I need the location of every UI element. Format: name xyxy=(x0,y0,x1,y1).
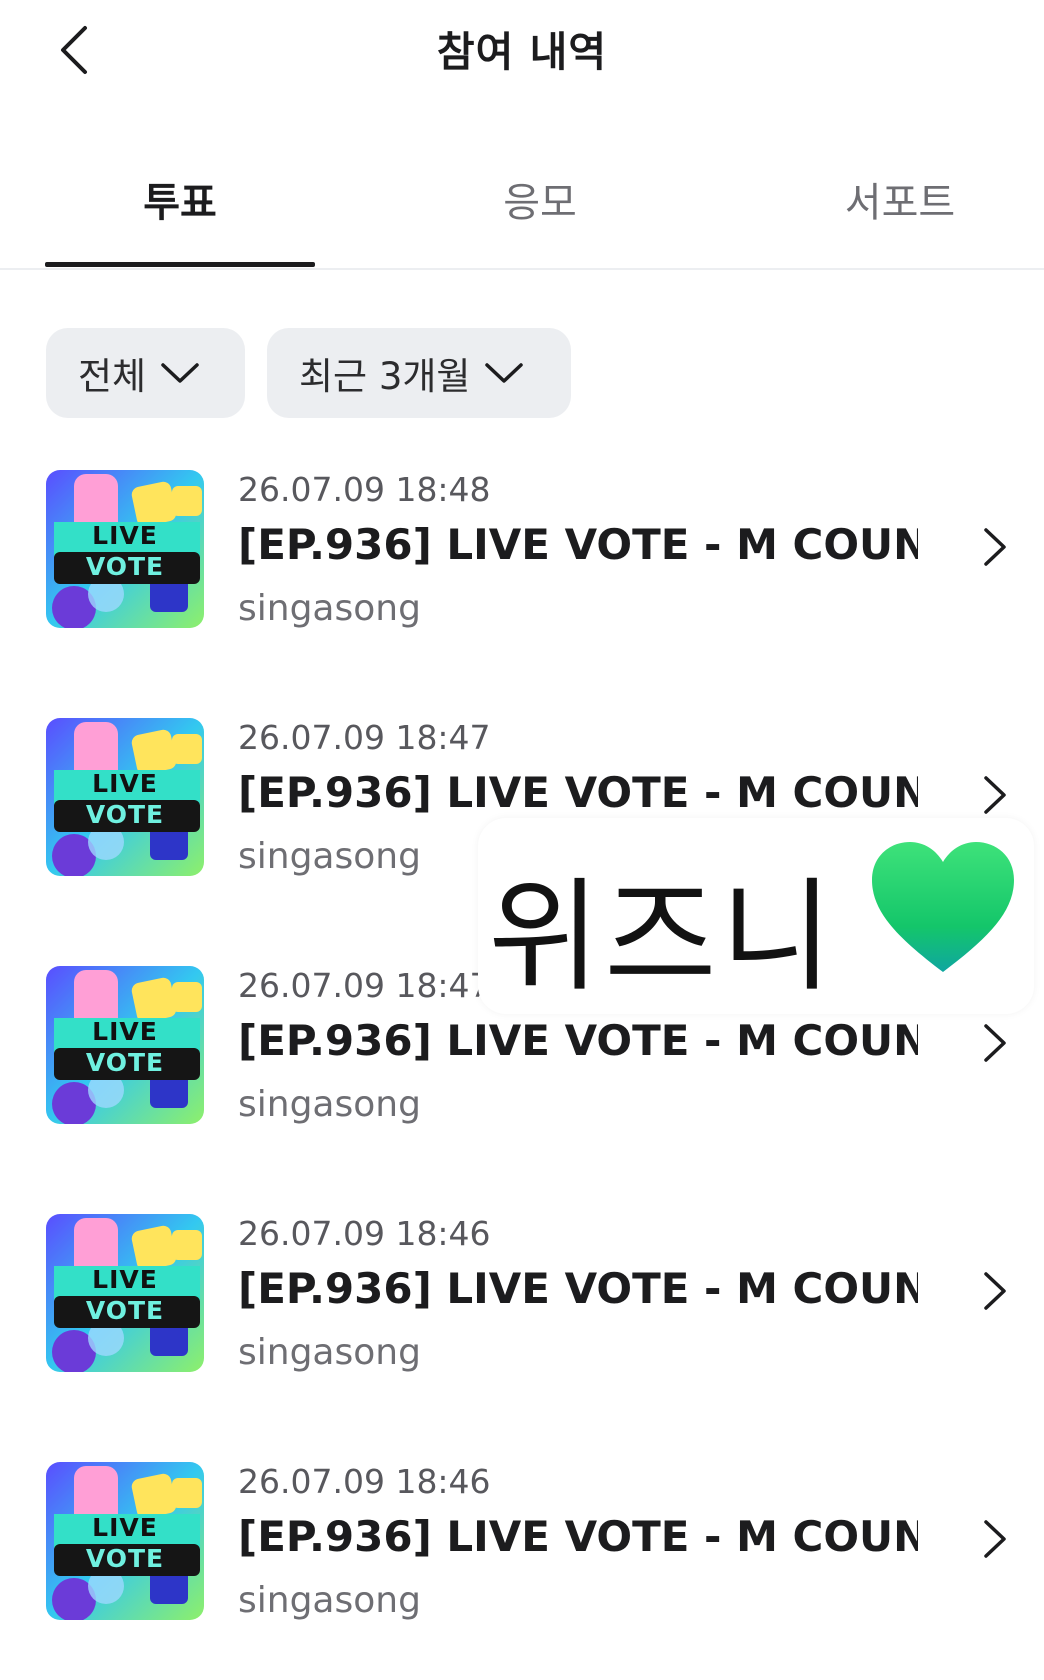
tab-apply[interactable]: 응모 xyxy=(405,170,675,270)
participation-timestamp: 26.07.09 18:48 xyxy=(238,470,491,509)
chevron-down-icon xyxy=(160,361,200,385)
header: 참여 내역 xyxy=(0,0,1044,100)
chevron-right-icon xyxy=(984,1272,1006,1310)
vote-subtitle: singasong xyxy=(238,1084,421,1125)
chevron-right-icon xyxy=(984,1520,1006,1558)
participation-timestamp: 26.07.09 18:47 xyxy=(238,966,491,1005)
vote-title: [EP.936] LIVE VOTE - M COUN... xyxy=(238,1264,918,1313)
vote-title: [EP.936] LIVE VOTE - M COUN... xyxy=(238,1016,918,1065)
thumbnail-text-vote: VOTE xyxy=(85,552,165,581)
thumbnail-text-live: LIVE xyxy=(92,521,158,550)
category-filter-label: 전체 xyxy=(78,355,147,398)
list-item[interactable]: LIVE VOTE 26.07.09 18:48 [EP.936] LIVE V… xyxy=(0,470,1044,670)
tabs-divider xyxy=(0,268,1044,270)
sticker-text: 위즈니 xyxy=(488,866,837,1008)
live-vote-thumbnail: LIVE VOTE xyxy=(46,966,204,1124)
list-item[interactable]: LIVE VOTE 26.07.09 18:46 [EP.936] LIVE V… xyxy=(0,1214,1044,1414)
green-heart-icon xyxy=(872,842,1014,972)
vote-subtitle: singasong xyxy=(238,1332,421,1373)
thumbnail-text-vote: VOTE xyxy=(85,1544,165,1573)
thumbnail-text-vote: VOTE xyxy=(85,1296,165,1325)
thumbnail-text-vote: VOTE xyxy=(85,800,165,829)
chevron-right-icon xyxy=(984,528,1006,566)
vote-title: [EP.936] LIVE VOTE - M COUN... xyxy=(238,1512,918,1561)
chevron-right-icon xyxy=(984,776,1006,814)
tab-support[interactable]: 서포트 xyxy=(765,170,1035,270)
thumbnail-text-vote: VOTE xyxy=(85,1048,165,1077)
vote-title: [EP.936] LIVE VOTE - M COUN... xyxy=(238,768,918,817)
participation-timestamp: 26.07.09 18:46 xyxy=(238,1462,491,1501)
tab-bar: 투표 응모 서포트 xyxy=(0,150,1044,270)
thumbnail-text-live: LIVE xyxy=(92,1017,158,1046)
period-filter-label: 최근 3개월 xyxy=(299,355,471,398)
page-title: 참여 내역 xyxy=(436,28,608,76)
vote-title: [EP.936] LIVE VOTE - M COUN... xyxy=(238,520,918,569)
vote-subtitle: singasong xyxy=(238,588,421,629)
thumbnail-text-live: LIVE xyxy=(92,1513,158,1542)
participation-timestamp: 26.07.09 18:47 xyxy=(238,718,491,757)
chevron-right-icon xyxy=(984,1024,1006,1062)
live-vote-thumbnail: LIVE VOTE xyxy=(46,1462,204,1620)
list-item[interactable]: LIVE VOTE 26.07.09 18:46 [EP.936] LIVE V… xyxy=(0,1462,1044,1662)
live-vote-thumbnail: LIVE VOTE xyxy=(46,470,204,628)
vote-subtitle: singasong xyxy=(238,1580,421,1621)
participation-timestamp: 26.07.09 18:46 xyxy=(238,1214,491,1253)
period-filter-dropdown[interactable]: 최근 3개월 xyxy=(267,328,571,418)
category-filter-dropdown[interactable]: 전체 xyxy=(46,328,245,418)
thumbnail-text-live: LIVE xyxy=(92,1265,158,1294)
live-vote-thumbnail: LIVE VOTE xyxy=(46,1214,204,1372)
tab-vote[interactable]: 투표 xyxy=(45,170,315,270)
vote-subtitle: singasong xyxy=(238,836,421,877)
active-tab-indicator xyxy=(45,262,315,267)
sticker-overlay: 위즈니 xyxy=(478,818,1034,1014)
thumbnail-text-live: LIVE xyxy=(92,769,158,798)
participation-history-screen: 참여 내역 투표 응모 서포트 전체 최근 3개월 LIVE VOTE 26.0… xyxy=(0,0,1044,1680)
chevron-down-icon xyxy=(484,361,524,385)
live-vote-thumbnail: LIVE VOTE xyxy=(46,718,204,876)
